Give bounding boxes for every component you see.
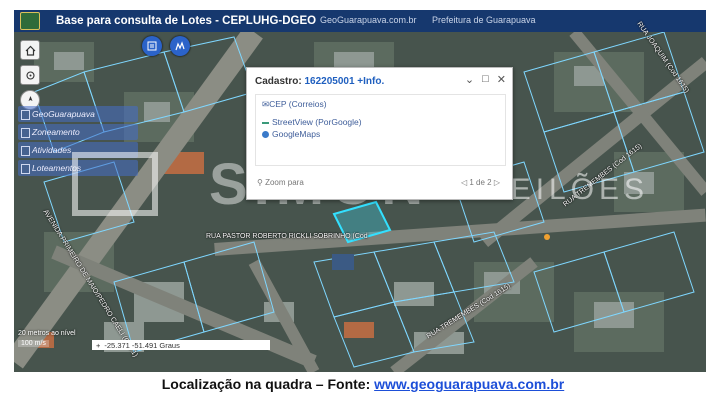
cep-link[interactable]: ✉CEP (Correios) <box>262 99 327 110</box>
layer-geoguarapuava[interactable]: GeoGuarapuava <box>18 106 138 122</box>
title-bar: Base para consulta de Lotes - CEPLUHG-DG… <box>14 10 706 32</box>
street-label: RUA PASTOR ROBERTO RICKLI SOBRINHO (Cod <box>206 233 368 240</box>
list-icon <box>147 41 157 51</box>
googlemaps-link[interactable]: GoogleMaps <box>262 129 320 139</box>
geoguarapuava-link[interactable]: GeoGuarapuava.com.br <box>320 15 417 25</box>
home-button[interactable] <box>20 40 40 60</box>
prefeitura-link[interactable]: Prefeitura de Guarapuava <box>432 15 536 25</box>
popup-footer: ⚲ Zoom para ◁ 1 de 2 ▷ <box>255 176 504 192</box>
streetview-link[interactable]: StreetView (PorGoogle) <box>262 117 362 127</box>
popup-controls: ⌄ □ ✕ <box>465 73 506 86</box>
locate-icon <box>25 70 35 80</box>
layer-icon <box>21 146 30 156</box>
figure-caption: Localização na quadra – Fonte: www.geogu… <box>161 376 565 392</box>
layer-loteamentos[interactable]: Loteamentos <box>18 160 138 176</box>
layer-icon <box>21 164 30 174</box>
prev-icon[interactable]: ◁ <box>461 178 467 187</box>
home-icon <box>25 45 35 56</box>
pager: ◁ 1 de 2 ▷ <box>460 178 500 187</box>
chart-icon <box>175 41 185 51</box>
popup-body: ✉CEP (Correios) StreetView (PorGoogle) G… <box>255 94 506 166</box>
dock-icon[interactable]: □ <box>482 73 489 86</box>
city-logo-icon <box>20 12 40 30</box>
chart-button[interactable] <box>170 36 190 56</box>
zoom-to-button[interactable]: ⚲ Zoom para <box>257 178 304 187</box>
collapse-icon[interactable]: ⌄ <box>465 73 474 86</box>
app-title: Base para consulta de Lotes - CEPLUHG-DG… <box>56 15 317 27</box>
layer-zoneamento[interactable]: Zoneamento <box>18 124 138 140</box>
crosshair-icon: + <box>96 340 101 350</box>
compass-icon <box>28 95 32 101</box>
popup-title: Cadastro: 162205001 +Info. <box>255 76 385 87</box>
scale-unit: 100 m/s <box>18 340 49 347</box>
zoom-icon: ⚲ <box>257 178 263 187</box>
source-link[interactable]: www.geoguarapuava.com.br <box>374 376 564 392</box>
list-button[interactable] <box>142 36 162 56</box>
close-icon[interactable]: ✕ <box>497 73 506 86</box>
layer-atividades[interactable]: Atividades <box>18 142 138 158</box>
coordinates-readout: + -25.371 -51.491 Graus <box>92 340 270 350</box>
next-icon[interactable]: ▷ <box>494 178 500 187</box>
streetview-icon <box>262 121 269 124</box>
locate-button[interactable] <box>20 65 40 85</box>
cadastro-popup: Cadastro: 162205001 +Info. ⌄ □ ✕ ✉CEP (C… <box>246 67 513 200</box>
scale-label: 20 metros ao nível <box>18 330 76 337</box>
map-window: Base para consulta de Lotes - CEPLUHG-DG… <box>14 10 706 372</box>
layer-icon <box>21 110 30 120</box>
globe-icon <box>262 131 269 139</box>
layer-icon <box>21 128 30 138</box>
cadastro-id-link[interactable]: 162205001 +Info. <box>304 76 384 87</box>
